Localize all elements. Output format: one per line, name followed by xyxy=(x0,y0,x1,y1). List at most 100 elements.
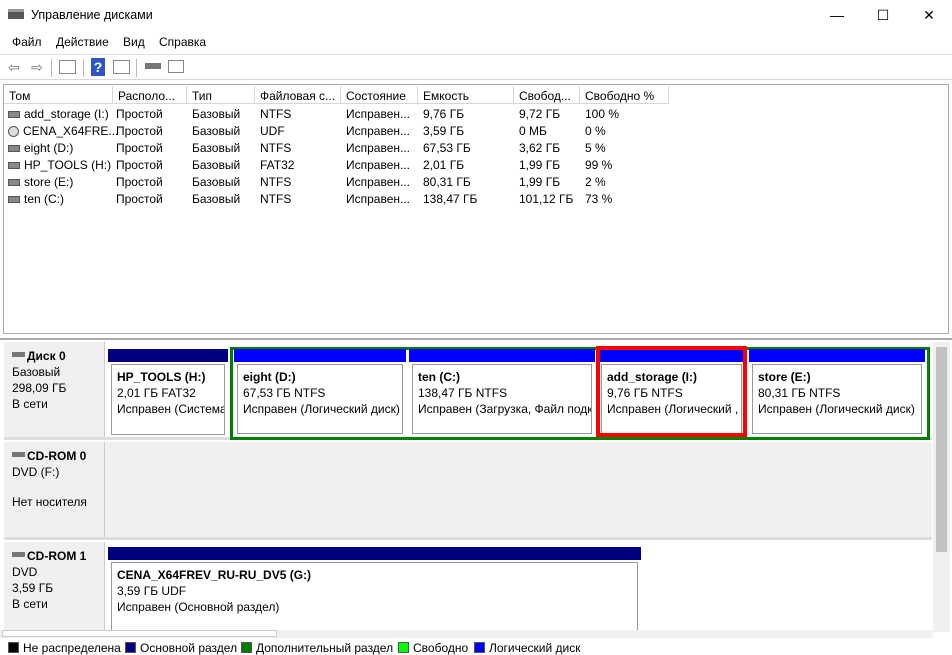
table-cell: ten (C:) xyxy=(8,192,64,206)
column-header-status[interactable]: Состояние xyxy=(341,86,418,104)
table-cell: 67,53 ГБ xyxy=(423,141,471,155)
column-header-filesystem[interactable]: Файловая с... xyxy=(255,86,341,104)
hard-disk-icon xyxy=(12,352,25,357)
legend-label: Основной раздел xyxy=(140,641,238,655)
menu-help[interactable]: Справка xyxy=(159,35,206,49)
forward-arrow-icon[interactable]: ⇨ xyxy=(28,58,46,76)
partition-status: Исправен (Основной раздел) xyxy=(117,600,280,614)
table-cell: Базовый xyxy=(192,158,241,172)
toolbar-separator xyxy=(83,59,84,77)
legend: Не распределена Основной раздел Дополнител… xyxy=(0,639,952,655)
disk-0-label[interactable]: Диск 0 Базовый 298,09 ГБ В сети xyxy=(4,342,105,437)
table-cell: CENA_X64FRE... xyxy=(8,124,118,138)
disk-name: Диск 0 xyxy=(27,349,66,363)
table-cell: Простой xyxy=(116,175,163,189)
partition-title: CENA_X64FREV_RU-RU_DV5 (G:) xyxy=(117,568,312,582)
table-cell: Исправен... xyxy=(346,124,411,138)
column-header-type[interactable]: Тип xyxy=(187,86,255,104)
partition-size: 80,31 ГБ NTFS xyxy=(758,386,841,400)
legend-swatch xyxy=(474,642,485,653)
volume-name: CENA_X64FRE... xyxy=(23,124,119,138)
table-cell: Базовый xyxy=(192,141,241,155)
volume-name: HP_TOOLS (H:) xyxy=(24,158,112,172)
disk-size: 298,09 ГБ xyxy=(12,381,67,395)
scrollbar-thumb[interactable] xyxy=(936,347,947,552)
menu-view[interactable]: Вид xyxy=(123,35,145,49)
table-row[interactable]: eight (D:) Простой Базовый NTFS Исправен... 6… xyxy=(4,139,948,156)
partition-status: Исправен (Логический диск) xyxy=(243,402,400,416)
cdrom-icon xyxy=(12,552,25,557)
table-cell: 3,62 ГБ xyxy=(519,141,561,155)
table-cell: 100 % xyxy=(585,107,620,121)
volume-name: store (E:) xyxy=(24,175,74,189)
back-arrow-icon[interactable]: ⇦ xyxy=(5,58,23,76)
partition-hp-tools[interactable]: HP_TOOLS (H:) 2,01 ГБ FAT32 Исправен (Сист… xyxy=(108,349,228,437)
legend-swatch xyxy=(398,642,409,653)
cdrom-volume-icon xyxy=(8,126,19,138)
menu-file[interactable]: Файл xyxy=(12,35,42,49)
primary-partition-bar xyxy=(108,349,228,362)
legend-item: Дополнительный раздел xyxy=(241,641,393,655)
table-cell: 2 % xyxy=(585,175,606,189)
table-row[interactable]: HP_TOOLS (H:) Простой Базовый FAT32 Исправен… xyxy=(4,156,948,173)
partition-ten[interactable]: ten (C:) 138,47 ГБ NTFS Исправен (Загрузка… xyxy=(409,349,595,436)
table-row[interactable]: CENA_X64FRE... Простой Базовый UDF Исправен.… xyxy=(4,122,948,139)
partition-size: 2,01 ГБ FAT32 xyxy=(117,386,196,400)
column-header-capacity[interactable]: Емкость xyxy=(418,86,514,104)
legend-swatch xyxy=(8,642,19,653)
disk-size: 3,59 ГБ xyxy=(12,581,54,595)
help-icon[interactable]: ? xyxy=(91,58,105,76)
volume-name: add_storage (I:) xyxy=(24,107,109,121)
table-cell: FAT32 xyxy=(260,158,295,172)
scrollbar-thumb[interactable] xyxy=(2,630,277,637)
partition-eight[interactable]: eight (D:) 67,53 ГБ NTFS Исправен (Логичес… xyxy=(234,349,406,436)
column-header-volume[interactable]: Том xyxy=(4,86,113,104)
table-cell: add_storage (I:) xyxy=(8,107,109,121)
maximize-button[interactable]: ☐ xyxy=(860,0,906,31)
volume-icon xyxy=(8,196,20,204)
table-cell: Базовый xyxy=(192,107,241,121)
table-cell: 101,12 ГБ xyxy=(519,192,574,206)
partition-cena[interactable]: CENA_X64FREV_RU-RU_DV5 (G:) 3,59 ГБ UDF Ис… xyxy=(108,547,641,633)
cdrom-0-row: CD-ROM 0 DVD (F:) Нет носителя xyxy=(4,442,932,540)
disk-name: CD-ROM 0 xyxy=(27,449,87,463)
table-cell: 138,47 ГБ xyxy=(423,192,478,206)
table-row[interactable]: store (E:) Простой Базовый NTFS Исправен... 8… xyxy=(4,173,948,190)
vertical-scrollbar[interactable] xyxy=(933,342,950,632)
table-cell: 73 % xyxy=(585,192,613,206)
disk-management-icon xyxy=(8,9,24,19)
properties-list-icon[interactable] xyxy=(168,60,184,73)
cdrom-icon xyxy=(12,452,25,457)
connect-disk-icon[interactable] xyxy=(145,63,161,69)
table-row[interactable]: ten (C:) Простой Базовый NTFS Исправен... 138… xyxy=(4,190,948,207)
volume-icon xyxy=(8,111,20,119)
column-header-free[interactable]: Свобод... xyxy=(514,86,580,104)
menu-action[interactable]: Действие xyxy=(56,35,109,49)
disk-name: CD-ROM 1 xyxy=(27,549,87,563)
table-cell: Простой xyxy=(116,107,163,121)
column-header-free-percent[interactable]: Свободно % xyxy=(580,86,669,104)
table-cell: 9,72 ГБ xyxy=(519,107,561,121)
console-tree-icon[interactable] xyxy=(59,60,76,74)
table-row[interactable]: add_storage (I:) Простой Базовый NTFS Исправ… xyxy=(4,105,948,122)
toolbar: ⇦ ⇨ ? xyxy=(0,54,952,80)
partition-store[interactable]: store (E:) 80,31 ГБ NTFS Исправен (Логичес… xyxy=(749,349,925,436)
column-header-layout[interactable]: Располо... xyxy=(113,86,187,104)
primary-partition-bar xyxy=(108,547,641,560)
volume-icon xyxy=(8,179,20,187)
minimize-button[interactable]: — xyxy=(814,0,860,31)
legend-label: Дополнительный раздел xyxy=(256,641,394,655)
menu-bar: Файл Действие Вид Справка xyxy=(0,32,952,52)
table-cell: Базовый xyxy=(192,192,241,206)
partition-status: Исправен (Логический диск) xyxy=(758,402,915,416)
action-pane-icon[interactable] xyxy=(113,60,130,74)
table-cell: NTFS xyxy=(260,141,292,155)
table-cell: 2,01 ГБ xyxy=(423,158,465,172)
partition-size: 3,59 ГБ UDF xyxy=(117,584,187,598)
window-title: Управление дисками xyxy=(31,8,153,22)
cdrom-0-label[interactable]: CD-ROM 0 DVD (F:) Нет носителя xyxy=(4,442,105,537)
horizontal-scrollbar[interactable] xyxy=(0,630,933,638)
volume-icon xyxy=(8,162,20,170)
cdrom-1-label[interactable]: CD-ROM 1 DVD 3,59 ГБ В сети xyxy=(4,542,105,634)
close-button[interactable]: ✕ xyxy=(906,0,952,31)
